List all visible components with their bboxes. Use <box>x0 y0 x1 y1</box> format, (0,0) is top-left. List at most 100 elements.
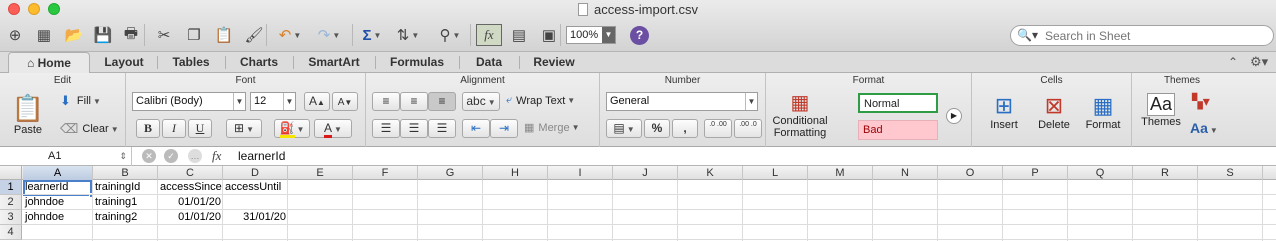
fill-button[interactable]: ⬇ Fill ▼ <box>60 93 101 109</box>
style-normal[interactable]: Normal <box>858 93 938 113</box>
comma-button[interactable]: , <box>672 119 698 138</box>
merge-button[interactable]: ▦ Merge ▼ <box>524 121 580 135</box>
format-painter-button[interactable]: 🖌 <box>240 24 268 46</box>
grow-font-button[interactable]: A▲ <box>304 92 330 111</box>
tab-formulas[interactable]: Formulas <box>376 52 458 73</box>
column-header-j[interactable]: J <box>613 166 678 180</box>
search-input[interactable] <box>1045 28 1265 43</box>
column-header-c[interactable]: C <box>158 166 223 180</box>
styles-next-button[interactable]: ▶ <box>946 108 962 124</box>
undo-button[interactable]: ↶ ▼ <box>272 24 308 46</box>
save-button[interactable]: 💾 <box>90 24 116 46</box>
column-header-b[interactable]: B <box>93 166 158 180</box>
print-button[interactable]: 🖶 <box>118 24 144 46</box>
cell-c3[interactable]: 01/01/20 <box>158 210 223 225</box>
decrease-decimal-button[interactable]: .00 .0 <box>734 119 762 138</box>
conditional-formatting-button[interactable]: ▦ Conditional Formatting <box>770 91 830 139</box>
row-header-2[interactable]: 2 <box>0 195 22 210</box>
formula-builder-button[interactable]: fx <box>476 24 502 46</box>
column-header-q[interactable]: Q <box>1068 166 1133 180</box>
column-header-d[interactable]: D <box>223 166 288 180</box>
collapse-ribbon-icon[interactable]: ⌃ <box>1228 55 1238 69</box>
spreadsheet-grid[interactable]: ABCDEFGHIJKLMNOPQRS 1234 learnerId traini… <box>0 166 1276 241</box>
media-button[interactable]: ▣ <box>536 24 562 46</box>
font-size-select[interactable]: 12 ▼ <box>250 92 296 111</box>
column-header-a[interactable]: A <box>23 166 93 180</box>
column-header-h[interactable]: H <box>483 166 548 180</box>
cell-d3[interactable]: 31/01/20 <box>223 210 288 225</box>
fill-color-button[interactable]: ⛽ ▼ <box>274 119 310 138</box>
font-name-select[interactable]: Calibri (Body) ▼ <box>132 92 246 111</box>
tab-layout[interactable]: Layout <box>92 52 156 73</box>
paste-button[interactable]: 📋 <box>210 24 238 46</box>
themes-button[interactable]: Aa Themes <box>1138 93 1184 128</box>
underline-button[interactable]: U <box>188 119 212 138</box>
cell-c2[interactable]: 01/01/20 <box>158 195 223 210</box>
row-header-3[interactable]: 3 <box>0 210 22 225</box>
theme-fonts-button[interactable]: Aa ▼ <box>1190 120 1218 136</box>
tab-home[interactable]: ⌂ Home <box>8 52 90 74</box>
cell-b2[interactable]: training1 <box>93 195 158 210</box>
cell-c1[interactable]: accessSince <box>158 180 223 195</box>
align-center-button[interactable]: ☰ <box>400 119 428 138</box>
column-header-o[interactable]: O <box>938 166 1003 180</box>
column-header-f[interactable]: F <box>353 166 418 180</box>
formula-input[interactable]: learnerId <box>238 147 285 165</box>
tab-data[interactable]: Data <box>460 52 518 73</box>
number-format-select[interactable]: General ▼ <box>606 92 758 111</box>
theme-colors-icon[interactable]: ▚▾ <box>1192 93 1210 110</box>
filter-button[interactable]: ⚲ ▼ <box>432 24 468 46</box>
column-header-s[interactable]: S <box>1198 166 1263 180</box>
row-header-4[interactable]: 4 <box>0 225 22 240</box>
tab-charts[interactable]: Charts <box>226 52 292 73</box>
tab-smartart[interactable]: SmartArt <box>294 52 374 73</box>
column-header-n[interactable]: N <box>873 166 938 180</box>
select-all-corner[interactable] <box>0 166 22 180</box>
borders-button[interactable]: ⊞ ▼ <box>226 119 262 138</box>
accounting-format-button[interactable]: ▤ ▼ <box>606 119 642 138</box>
column-header-p[interactable]: P <box>1003 166 1068 180</box>
align-right-button[interactable]: ☰ <box>428 119 456 138</box>
insert-cells-button[interactable]: ⊞ Insert <box>984 93 1024 131</box>
align-left-button[interactable]: ☰ <box>372 119 400 138</box>
delete-cells-button[interactable]: ⊠ Delete <box>1034 93 1074 131</box>
column-header-k[interactable]: K <box>678 166 743 180</box>
wrap-text-button[interactable]: ⤶ Wrap Text ▼ <box>506 94 575 107</box>
cell-d1[interactable]: accessUntil <box>223 180 288 195</box>
percent-button[interactable]: % <box>644 119 670 138</box>
font-color-button[interactable]: A ▼ <box>314 119 352 138</box>
redo-button[interactable]: ↷ ▼ <box>312 24 346 46</box>
align-bottom-button[interactable]: ≡ <box>428 92 456 111</box>
decrease-indent-button[interactable]: ⇤ <box>462 119 490 138</box>
sort-button[interactable]: ⇅ ▼ <box>390 24 426 46</box>
style-bad[interactable]: Bad <box>858 120 938 140</box>
increase-decimal-button[interactable]: .0 .00 <box>704 119 732 138</box>
cell-b1[interactable]: trainingId <box>93 180 158 195</box>
format-cells-button[interactable]: ▦ Format <box>1082 93 1124 131</box>
open-button[interactable]: 📂 <box>60 24 88 46</box>
templates-button[interactable]: ▦ <box>30 24 58 46</box>
row-header-1[interactable]: 1 <box>0 180 22 195</box>
align-top-button[interactable]: ≡ <box>372 92 400 111</box>
shrink-font-button[interactable]: A▼ <box>332 92 358 111</box>
ribbon-settings-icon[interactable]: ⚙▾ <box>1250 54 1268 70</box>
insert-function-button[interactable]: fx <box>212 148 221 164</box>
cell-a2[interactable]: johndoe <box>23 195 93 210</box>
column-header-e[interactable]: E <box>288 166 353 180</box>
tab-tables[interactable]: Tables <box>158 52 224 73</box>
gallery-button[interactable]: ▤ <box>506 24 532 46</box>
cancel-formula-icon[interactable]: ✕ <box>142 149 156 163</box>
align-middle-button[interactable]: ≡ <box>400 92 428 111</box>
formula-options-icon[interactable]: … <box>188 149 202 163</box>
zoom-select[interactable]: 100% ▼ <box>566 26 616 44</box>
cut-button[interactable]: ✂ <box>150 24 178 46</box>
column-header-l[interactable]: L <box>743 166 808 180</box>
tab-review[interactable]: Review <box>520 52 588 73</box>
column-header-m[interactable]: M <box>808 166 873 180</box>
cell-b3[interactable]: training2 <box>93 210 158 225</box>
autosum-button[interactable]: Σ ▼ <box>357 24 387 46</box>
column-header-r[interactable]: R <box>1133 166 1198 180</box>
cell-a3[interactable]: johndoe <box>23 210 93 225</box>
column-header-g[interactable]: G <box>418 166 483 180</box>
text-orientation-button[interactable]: abc ▼ <box>462 92 500 111</box>
